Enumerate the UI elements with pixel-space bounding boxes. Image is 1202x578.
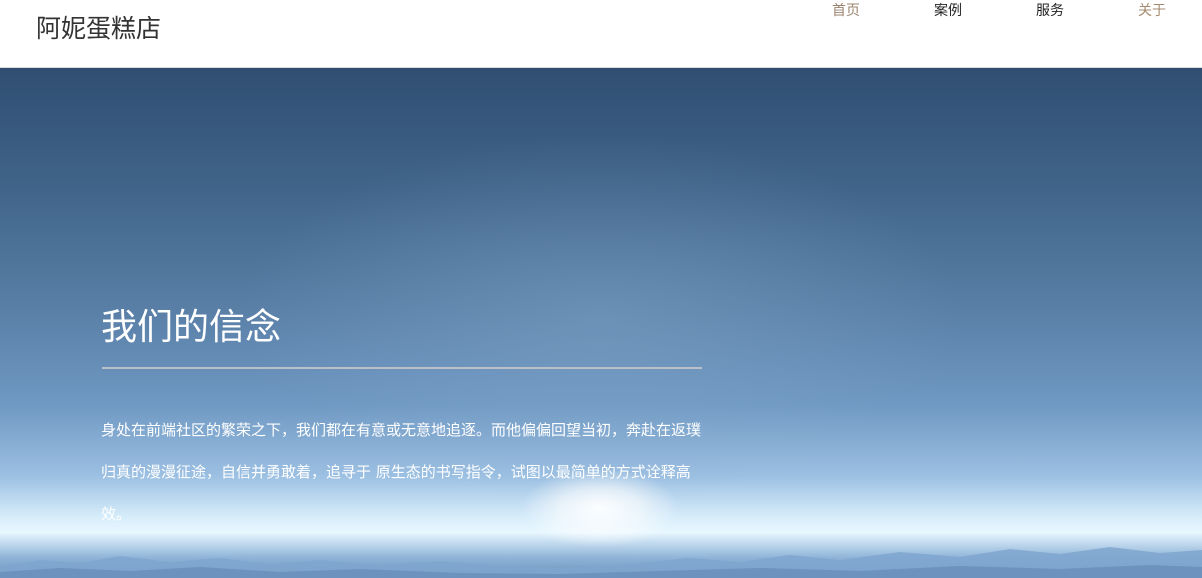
hero-banner: 我们的信念 身处在前端社区的繁荣之下，我们都在有意或无意地追逐。而他偏偏回望当初… <box>0 68 1202 578</box>
belief-title: 我们的信念 <box>101 307 282 348</box>
nav-item-cases[interactable]: 案例 <box>934 0 962 22</box>
title-divider <box>102 367 702 369</box>
nav-item-about[interactable]: 关于 <box>1138 0 1166 22</box>
belief-paragraph: 身处在前端社区的繁荣之下，我们都在有意或无意地追逐。而他偏偏回望当初，奔赴在返璞… <box>101 421 702 523</box>
site-header: 阿妮蛋糕店 首页 案例 服务 关于 <box>0 0 1202 68</box>
site-logo[interactable]: 阿妮蛋糕店 <box>36 12 161 46</box>
nav-item-home[interactable]: 首页 <box>832 0 860 22</box>
nav-item-services[interactable]: 服务 <box>1036 0 1064 22</box>
